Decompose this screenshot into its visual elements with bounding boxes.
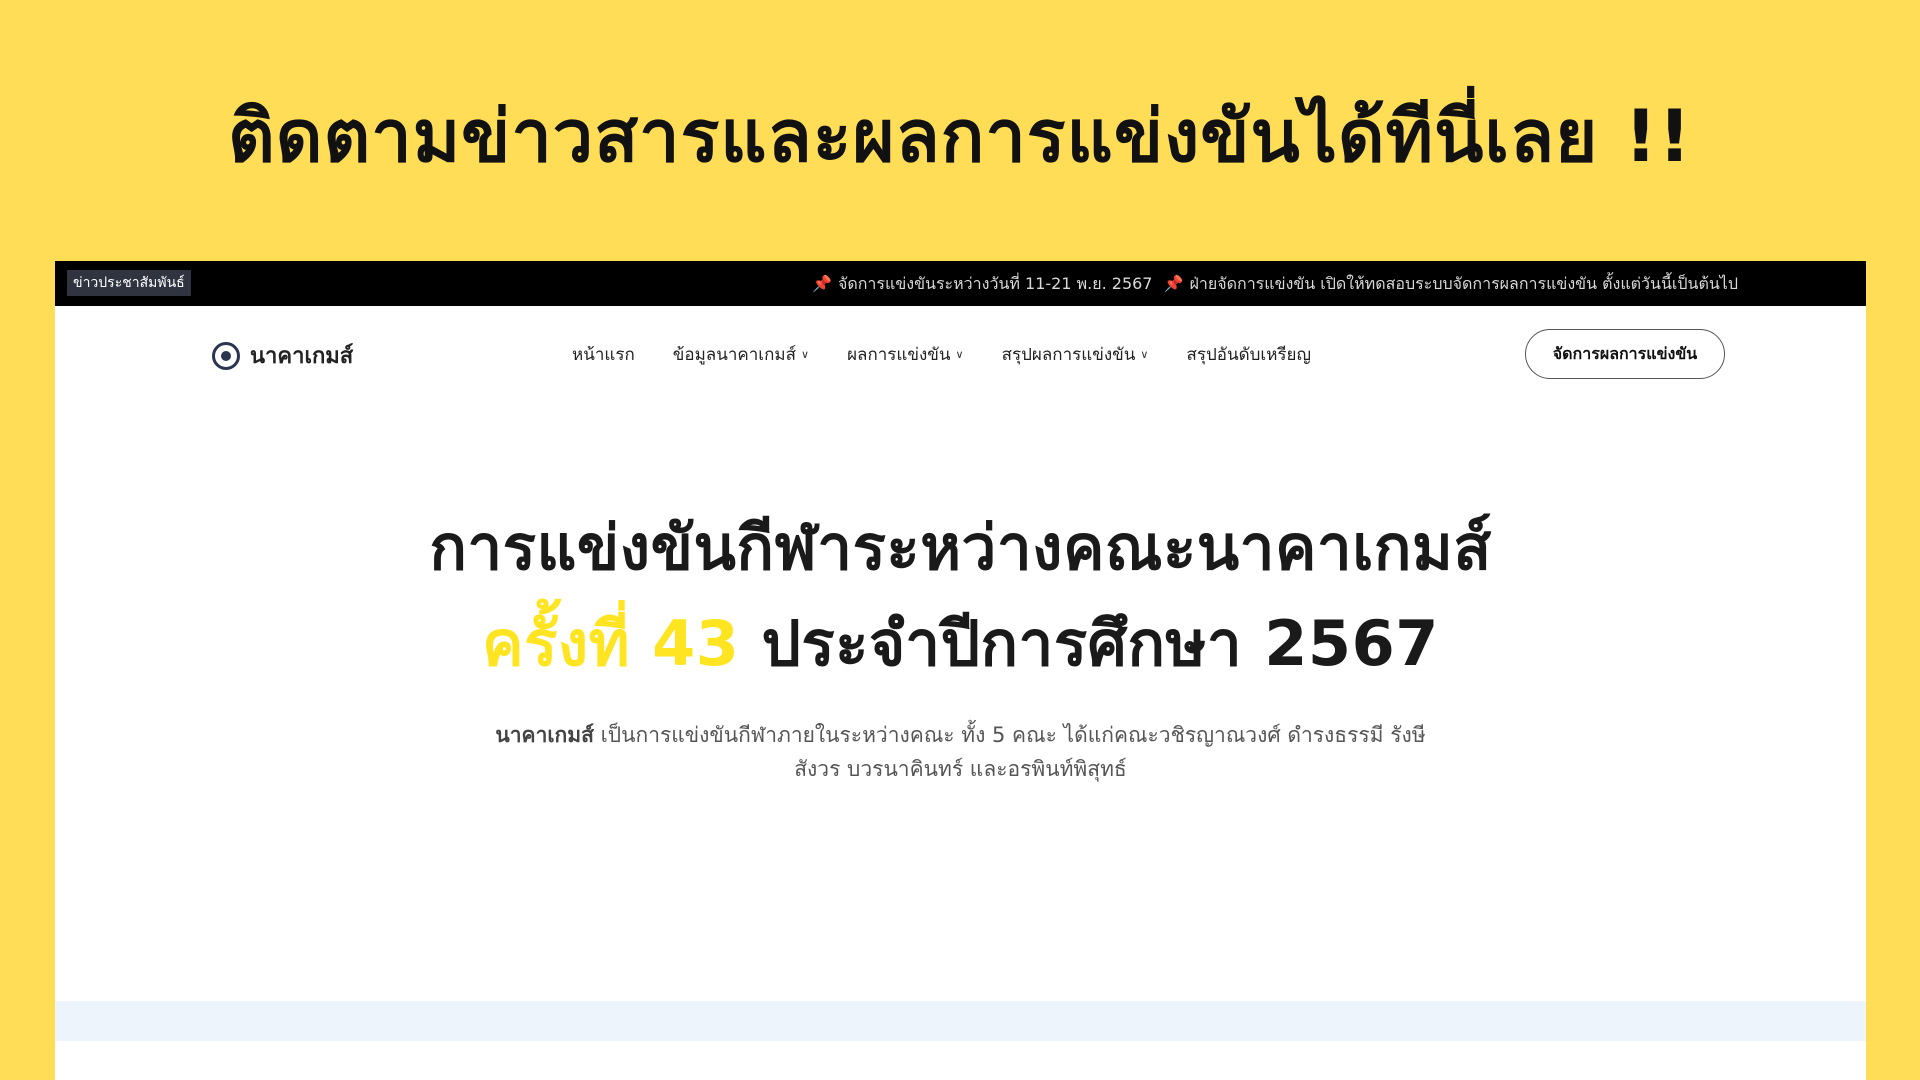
main-menu: หน้าแรก ข้อมูลนาคาเกมส์ ∨ ผลการแข่งขัน ∨… [572,306,1311,402]
nav-medal-ranking[interactable]: สรุปอันดับเหรียญ [1186,341,1311,368]
website-screenshot: ข่าวประชาสัมพันธ์ 📌 จัดการแข่งขันระหว่างว… [55,261,1866,1080]
nav-label: ผลการแข่งขัน [847,344,951,365]
nakha-logo-icon [212,341,240,370]
manage-results-button[interactable]: จัดการผลการแข่งขัน [1525,329,1725,379]
chevron-down-icon: ∨ [1140,347,1149,361]
nav-label: ข้อมูลนาคาเกมส์ [672,344,796,365]
hero-description: นาคาเกมส์ เป็นการแข่งขันกีฬาภายในระหว่าง… [471,718,1451,786]
nav-naka-info[interactable]: ข้อมูลนาคาเกมส์ ∨ [673,341,809,368]
logo-text: นาคาเกมส์ [250,344,354,369]
description-text: เป็นการแข่งขันกีฬาภายในระหว่างคณะ ทั้ง 5… [593,723,1426,781]
nav-results-summary[interactable]: สรุปผลการแข่งขัน ∨ [1002,341,1149,368]
hero-title: การแข่งขันกีฬาระหว่างคณะนาคาเกมส์ [429,511,1492,584]
pushpin-icon: 📌 [1163,274,1184,293]
ticker-item: จัดการแข่งขันระหว่างวันที่ 11-21 พ.ย. 25… [837,274,1153,293]
chevron-down-icon: ∨ [801,347,810,361]
announcement-badge: ข่าวประชาสัมพันธ์ [67,270,191,296]
nav-home[interactable]: หน้าแรก [572,341,635,368]
academic-year: ประจำปีการศึกษา 2567 [739,607,1439,680]
hero-section: การแข่งขันกีฬาระหว่างคณะนาคาเกมส์ ครั้งท… [55,500,1866,786]
announcement-ticker[interactable]: 📌 จัดการแข่งขันระหว่างวันที่ 11-21 พ.ย. 2… [812,261,1738,306]
nav-label: สรุปผลการแข่งขัน [1001,344,1136,365]
chevron-down-icon: ∨ [955,347,964,361]
nav-label: สรุปอันดับเหรียญ [1186,344,1312,365]
ticker-item: ฝ่ายจัดการแข่งขัน เปิดให้ทดสอบระบบจัดการ… [1189,274,1739,293]
site-logo[interactable]: นาคาเกมส์ [212,338,353,373]
nav-results[interactable]: ผลการแข่งขัน ∨ [847,341,964,368]
announcement-bar: ข่าวประชาสัมพันธ์ 📌 จัดการแข่งขันระหว่างว… [55,261,1866,306]
edition-highlight: ครั้งที่ 43 [482,607,740,680]
hero-subtitle: ครั้งที่ 43 ประจำปีการศึกษา 2567 [55,596,1866,692]
promo-title: ติดตามข่าวสารและผลการแข่งขันได้ทีนี่เลย … [227,94,1692,178]
section-divider [55,1001,1866,1041]
navbar: นาคาเกมส์ หน้าแรก ข้อมูลนาคาเกมส์ ∨ ผลกา… [55,306,1866,402]
pushpin-icon: 📌 [812,274,832,293]
nav-label: หน้าแรก [572,344,635,365]
description-bold: นาคาเกมส์ [495,723,594,747]
